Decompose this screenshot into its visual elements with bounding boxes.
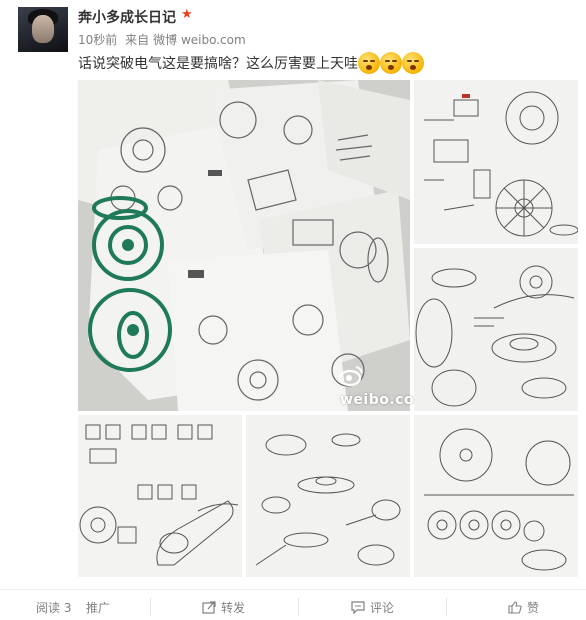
avatar[interactable] <box>18 7 68 52</box>
read-count: 阅读 3 <box>36 601 72 615</box>
repost-icon <box>202 601 216 614</box>
from-label: 来自 <box>125 33 150 47</box>
vip-star-icon[interactable]: ★ <box>181 8 193 21</box>
footer-divider <box>0 589 586 590</box>
weibo-logo-icon <box>338 366 363 387</box>
post-photo-4[interactable] <box>78 415 242 577</box>
post-meta: 10秒前 来自 微博 weibo.com <box>78 31 250 48</box>
username[interactable]: 奔小多成长日记 <box>78 7 176 27</box>
post-footer: 阅读 3 推广 转发 评论 赞 <box>0 594 586 620</box>
post-photo-3[interactable] <box>414 248 578 411</box>
post-text: 话说突破电气这是要搞啥？这么厉害要上天哇 <box>78 56 358 72</box>
repost-label: 转发 <box>221 601 246 615</box>
like-button[interactable]: 赞 <box>508 599 539 616</box>
emoji-face-icon <box>402 52 424 74</box>
post-photo-5[interactable] <box>246 415 410 577</box>
post-photo-1[interactable] <box>78 80 410 411</box>
like-label: 赞 <box>527 601 540 615</box>
emoji-face-icon <box>358 52 380 74</box>
comment-label: 评论 <box>370 601 395 615</box>
comment-icon <box>351 601 365 614</box>
post-photo-6[interactable] <box>414 415 578 577</box>
repost-button[interactable]: 转发 <box>202 599 245 616</box>
post-time[interactable]: 10秒前 <box>78 33 117 47</box>
like-icon <box>508 601 522 614</box>
promote-button[interactable]: 推广 <box>86 599 110 616</box>
emoji-face-icon <box>380 52 402 74</box>
post-source[interactable]: 微博 weibo.com <box>153 33 246 47</box>
comment-button[interactable]: 评论 <box>351 599 394 616</box>
post-photo-2[interactable] <box>414 80 578 244</box>
